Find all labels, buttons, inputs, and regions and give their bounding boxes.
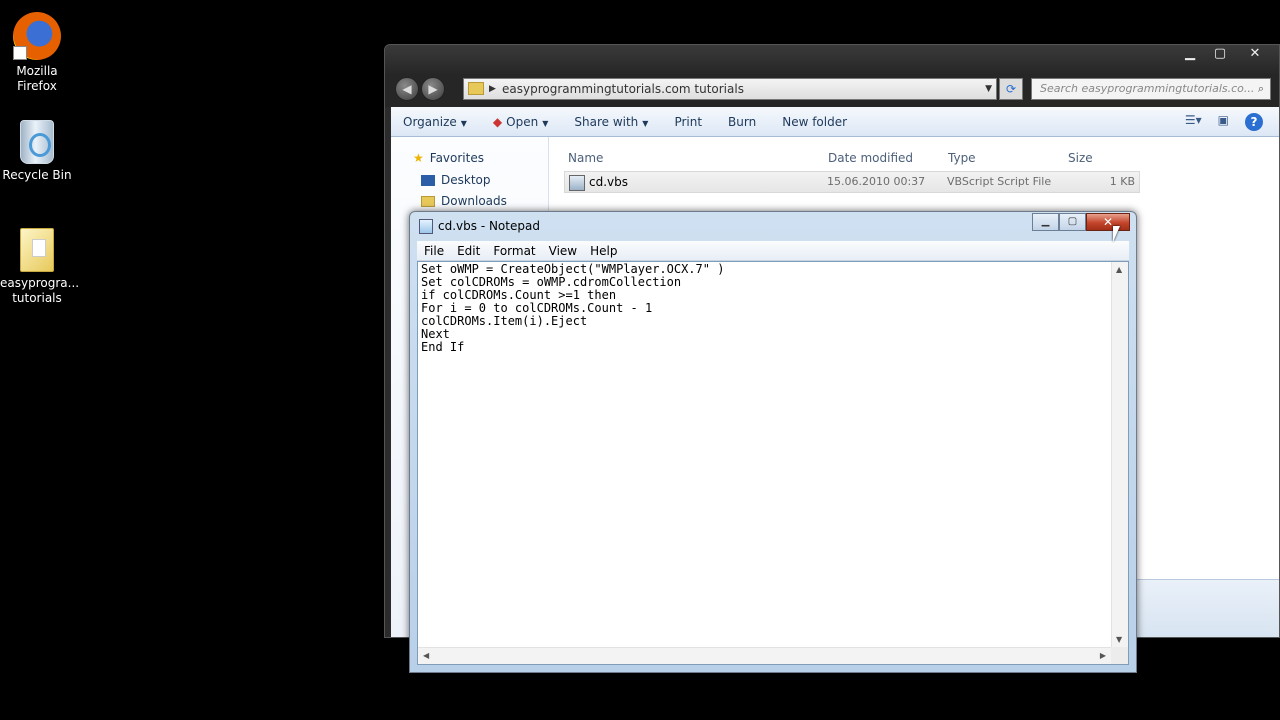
editor-content[interactable]: Set oWMP = CreateObject("WMPlayer.OCX.7"… (421, 263, 724, 354)
share-with-button[interactable]: Share with ▼ (574, 115, 648, 129)
file-row[interactable]: cd.vbs 15.06.2010 00:37 VBScript Script … (564, 171, 1140, 193)
scroll-up-icon[interactable]: ▲ (1116, 265, 1122, 274)
search-input[interactable]: Search easyprogrammingtutorials.co... ⌕ (1031, 78, 1271, 100)
maximize-button[interactable]: ▢ (1205, 45, 1235, 63)
chevron-down-icon: ▼ (642, 118, 649, 128)
close-button[interactable]: ✕ (1235, 45, 1275, 63)
menu-format[interactable]: Format (493, 244, 535, 258)
column-header-type[interactable]: Type (948, 151, 976, 165)
change-view-icon[interactable]: ☰▾ (1185, 113, 1202, 131)
maximize-button[interactable]: ▢ (1059, 213, 1086, 231)
help-icon[interactable]: ? (1245, 113, 1263, 131)
star-icon: ★ (413, 151, 424, 165)
back-button[interactable]: ◀ (395, 77, 419, 101)
menu-edit[interactable]: Edit (457, 244, 480, 258)
menu-bar: File Edit Format View Help (417, 241, 1129, 261)
close-button[interactable]: ✕ (1086, 213, 1130, 231)
scroll-right-icon[interactable]: ▶ (1100, 651, 1106, 660)
minimize-icon: ▁ (1041, 216, 1050, 227)
column-header-size[interactable]: Size (1068, 151, 1093, 165)
notepad-icon (419, 219, 433, 234)
breadcrumb-arrow-icon[interactable]: ▶ (489, 79, 496, 99)
address-path: easyprogrammingtutorials.com tutorials (502, 82, 744, 96)
share-with-label: Share with (574, 114, 639, 129)
minimize-button[interactable]: ▁ (1175, 45, 1205, 63)
firefox-icon (13, 12, 61, 60)
minimize-button[interactable]: ▁ (1032, 213, 1059, 231)
desktop-icon-firefox[interactable]: Mozilla Firefox (0, 12, 74, 94)
vbscript-file-icon (569, 175, 585, 191)
open-button[interactable]: ◆ Open ▼ (493, 115, 548, 129)
chevron-down-icon: ▼ (542, 118, 549, 128)
menu-file[interactable]: File (424, 244, 444, 258)
desktop-icon-label: Recycle Bin (2, 168, 72, 182)
preview-pane-icon[interactable]: ▣ (1218, 113, 1229, 131)
nav-desktop-label: Desktop (441, 173, 491, 187)
close-icon: ✕ (1102, 215, 1114, 229)
desktop-icon-recycle-bin[interactable]: Recycle Bin (0, 120, 74, 183)
menu-view[interactable]: View (549, 244, 577, 258)
nav-favorites-label: Favorites (429, 151, 484, 165)
text-editor[interactable]: Set oWMP = CreateObject("WMPlayer.OCX.7"… (417, 261, 1129, 665)
refresh-button[interactable]: ⟳ (999, 78, 1023, 100)
nav-downloads[interactable]: Downloads (421, 194, 507, 208)
desktop-icon-label: Mozilla Firefox (16, 64, 58, 93)
forward-arrow-icon: ▶ (428, 82, 438, 96)
scrollbar-corner (1111, 647, 1128, 664)
column-header-name[interactable]: Name (568, 151, 603, 165)
column-header-date-modified[interactable]: Date modified (828, 151, 913, 165)
desktop-icon-label: easyprogra... tutorials (0, 276, 80, 305)
chevron-down-icon[interactable]: ▼ (985, 79, 992, 99)
open-app-icon: ◆ (492, 114, 503, 129)
file-date: 15.06.2010 00:37 (827, 175, 926, 188)
command-bar: Organize ▼ ◆ Open ▼ Share with ▼ Print Burn … (391, 107, 1279, 137)
address-bar[interactable]: ▶ easyprogrammingtutorials.com tutorials… (463, 78, 997, 100)
desktop-icon-tutorials-folder[interactable]: easyprogra... tutorials (0, 228, 80, 306)
new-folder-button[interactable]: New folder (782, 115, 847, 129)
search-icon: ⌕ (1257, 82, 1264, 95)
file-type: VBScript Script File (947, 175, 1052, 188)
print-button[interactable]: Print (674, 115, 702, 129)
downloads-folder-icon (421, 196, 435, 207)
refresh-icon: ⟳ (1005, 82, 1017, 96)
open-label: Open (506, 114, 539, 129)
organize-button[interactable]: Organize ▼ (403, 115, 467, 129)
organize-label: Organize (403, 114, 457, 129)
search-placeholder: Search easyprogrammingtutorials.co... (1040, 82, 1255, 95)
file-name: cd.vbs (589, 175, 628, 189)
explorer-navbar: ◀ ▶ ▶ easyprogrammingtutorials.com tutor… (385, 75, 1279, 107)
back-arrow-icon: ◀ (402, 82, 412, 96)
nav-downloads-label: Downloads (441, 194, 507, 208)
mouse-cursor-icon (1113, 226, 1120, 242)
folder-icon (20, 228, 54, 272)
burn-button[interactable]: Burn (728, 115, 756, 129)
maximize-icon: ▢ (1067, 216, 1078, 227)
horizontal-scrollbar[interactable]: ◀ ▶ (418, 647, 1111, 664)
desktop-icon (421, 175, 435, 186)
explorer-titlebar[interactable]: ▁ ▢ ✕ (385, 45, 1279, 75)
file-size: 1 KB (1109, 175, 1135, 188)
scroll-down-icon[interactable]: ▼ (1116, 635, 1122, 644)
folder-icon (468, 82, 484, 95)
notepad-window: cd.vbs - Notepad ▁ ▢ ✕ File Edit Format … (409, 211, 1137, 673)
vertical-scrollbar[interactable]: ▲ ▼ (1111, 262, 1128, 647)
chevron-down-icon: ▼ (460, 118, 467, 128)
nav-favorites[interactable]: ★ Favorites (413, 151, 484, 165)
nav-desktop[interactable]: Desktop (421, 173, 491, 187)
forward-button[interactable]: ▶ (421, 77, 445, 101)
scroll-left-icon[interactable]: ◀ (423, 651, 429, 660)
menu-help[interactable]: Help (590, 244, 617, 258)
window-title: cd.vbs - Notepad (438, 219, 540, 233)
recycle-bin-icon (20, 120, 54, 164)
